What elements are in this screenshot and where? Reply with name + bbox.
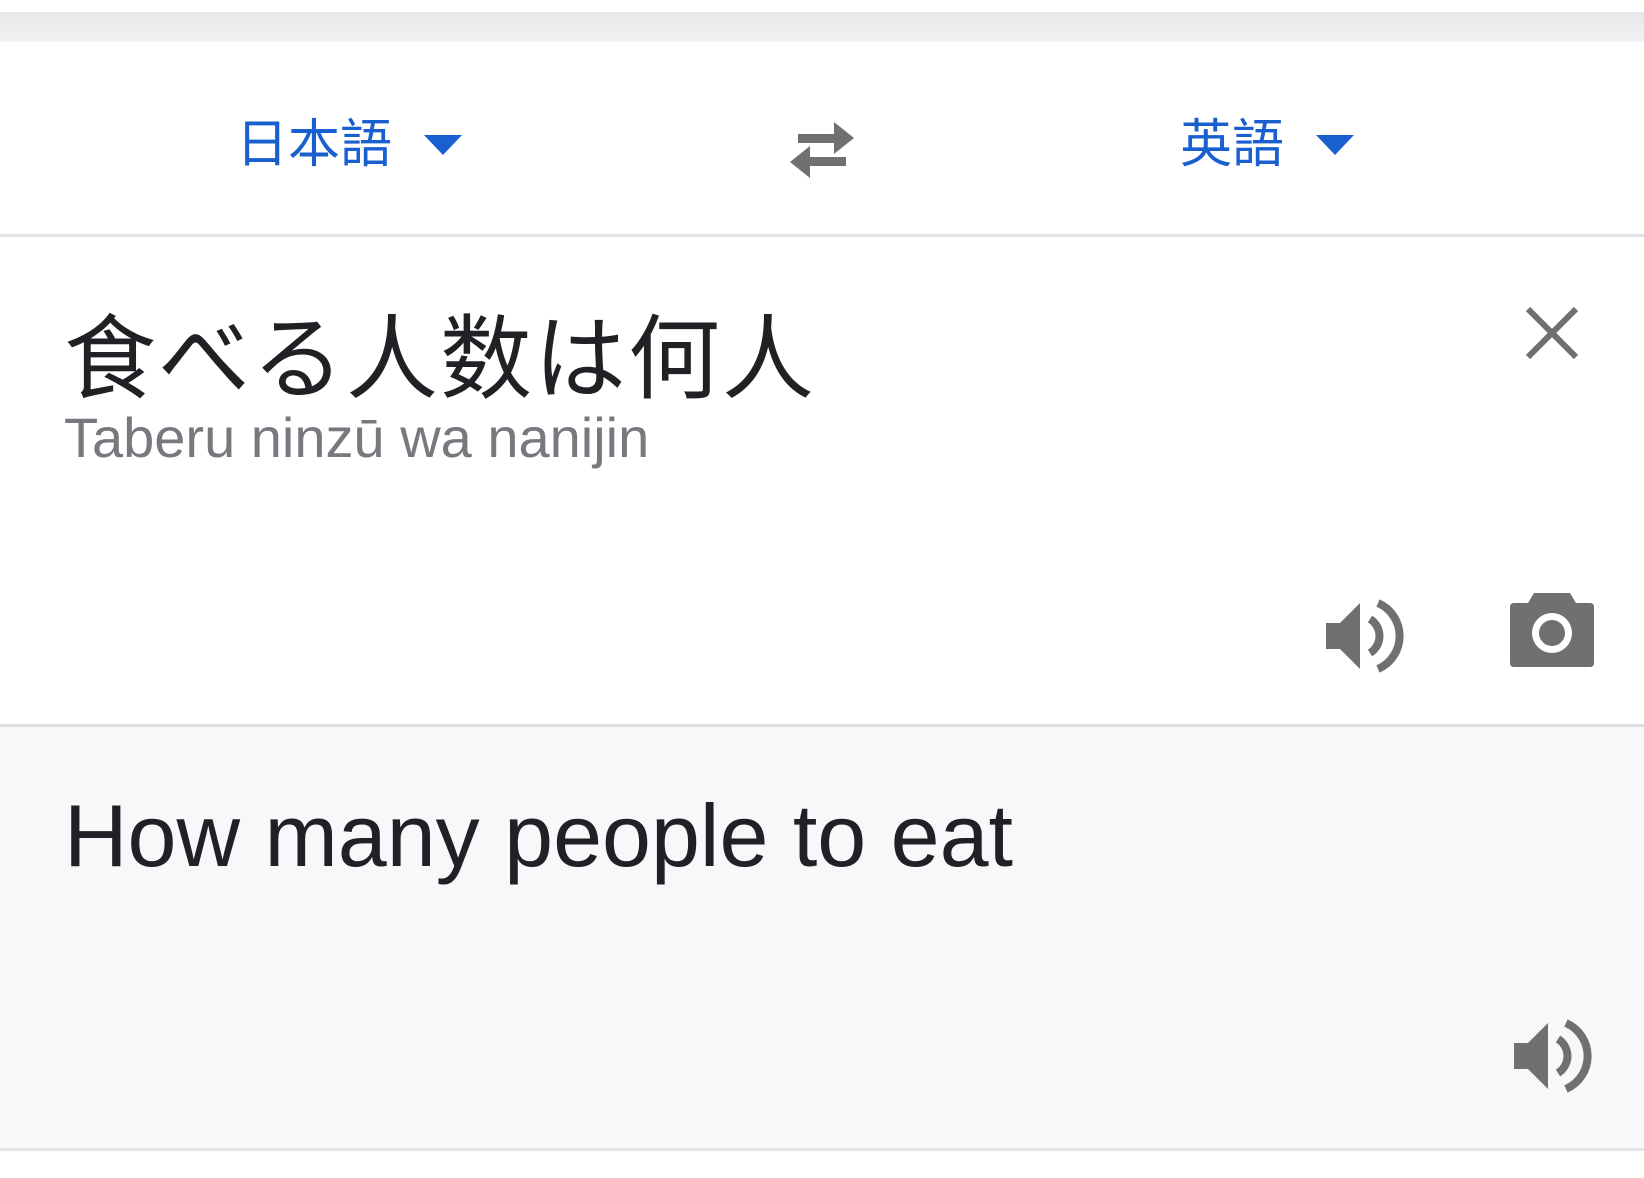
close-icon [1525,306,1579,360]
target-language-selector[interactable]: 英語 [1180,104,1355,174]
swap-languages-icon [790,122,854,178]
source-language-label: 日本語 [236,115,393,174]
clear-input-button[interactable] [1522,303,1582,363]
top-shadow [0,12,1644,43]
chevron-down-icon [1316,135,1355,155]
source-text[interactable]: 食べる人数は何人 [64,285,816,418]
language-bar: 日本語 英語 [0,42,1644,237]
source-input-panel[interactable]: 食べる人数は何人 Taberu ninzū wa nanijin [0,237,1644,727]
target-language-label: 英語 [1180,115,1285,174]
camera-button[interactable] [1508,589,1596,669]
swap-languages-button[interactable] [782,108,862,188]
translation-output-panel: How many people to eat [0,727,1644,1151]
listen-translation-button[interactable] [1510,1013,1596,1099]
speaker-icon [1326,599,1404,673]
listen-source-button[interactable] [1322,593,1408,679]
chevron-down-icon [424,135,463,155]
top-strip [0,0,1644,43]
camera-icon [1510,593,1594,667]
speaker-icon [1514,1019,1592,1093]
source-romanization: Taberu ninzū wa nanijin [64,406,650,469]
source-language-selector[interactable]: 日本語 [236,104,463,174]
translated-text: How many people to eat [64,786,1014,885]
